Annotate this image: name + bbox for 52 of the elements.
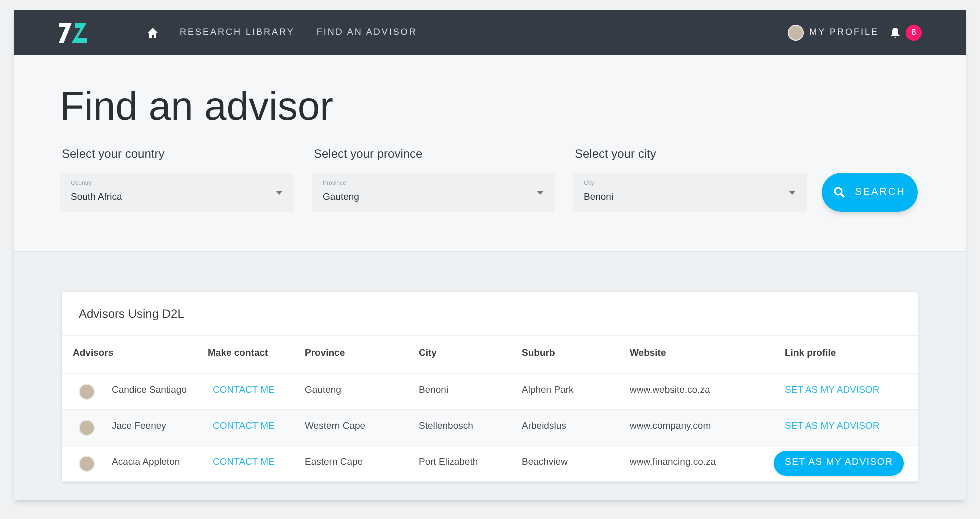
field-value: Benoni [584, 190, 614, 205]
table-cell-text: www.financing.co.za [630, 456, 716, 470]
contact-link[interactable]: CONTACT ME [213, 456, 275, 471]
bell-icon[interactable] [891, 28, 900, 38]
table-cell-text: Jace Feeney [112, 420, 166, 434]
home-icon[interactable] [148, 28, 158, 38]
filter-heading: Select your country [62, 146, 166, 163]
set-advisor-button[interactable]: SET AS MY ADVISOR [774, 451, 904, 476]
dropdown-caret-icon [276, 190, 283, 194]
table-cell-text: www.company.com [630, 420, 712, 434]
table-cell-text: Eastern Cape [305, 456, 364, 470]
column-header: Make contact [208, 347, 268, 362]
set-advisor-link[interactable]: SET AS MY ADVISOR [785, 420, 880, 435]
avatar-icon [79, 420, 95, 436]
column-header: Suburb [522, 347, 556, 362]
table-cell-text: Port Elizabeth [419, 456, 478, 470]
column-header: City [419, 347, 437, 362]
table-cell-text: Alphen Park [522, 384, 574, 398]
page-title: Find an advisor [60, 84, 334, 131]
table-cell-text: Benoni [419, 384, 449, 398]
avatar-icon [79, 384, 95, 400]
table-cell-text: Beachview [522, 456, 568, 470]
contact-link[interactable]: CONTACT ME [213, 420, 275, 435]
notification-badge: 8 [906, 24, 922, 40]
table-cell-text: Stellenbosch [419, 420, 474, 434]
table-cell-text: Gauteng [305, 384, 342, 398]
table-cell-text: Western Cape [305, 420, 366, 434]
avatar-icon [79, 456, 95, 472]
set-advisor-link[interactable]: SET AS MY ADVISOR [785, 384, 880, 399]
column-header: Advisors [73, 347, 114, 362]
field-value: Gauteng [323, 190, 360, 205]
nav-link[interactable]: FIND AN ADVISOR [316, 26, 418, 40]
dropdown-caret-icon [537, 190, 544, 194]
column-header: Website [630, 347, 666, 362]
table-cell-text: Candice Santiago [112, 384, 187, 398]
contact-link[interactable]: CONTACT ME [213, 384, 275, 399]
column-header: Link profile [785, 347, 836, 362]
avatar-icon[interactable] [788, 24, 804, 40]
profile-link[interactable]: MY PROFILE [810, 26, 879, 40]
dropdown-caret-icon [789, 190, 796, 194]
table-cell-text: Arbeidslus [522, 420, 566, 434]
logo-icon[interactable] [58, 22, 88, 44]
column-header: Province [305, 347, 346, 362]
search-button[interactable]: SEARCH [822, 173, 918, 212]
table-cell-text: Acacia Appleton [112, 456, 180, 470]
filter-heading: Select your province [314, 146, 424, 163]
filter-heading: Select your city [575, 146, 658, 163]
field-value: South Africa [71, 190, 122, 205]
table-cell-text: www.website.co.za [630, 384, 710, 398]
search-icon [834, 187, 846, 198]
nav-link[interactable]: RESEARCH LIBRARY [180, 26, 295, 40]
card-title: Advisors Using D2L [62, 292, 918, 336]
